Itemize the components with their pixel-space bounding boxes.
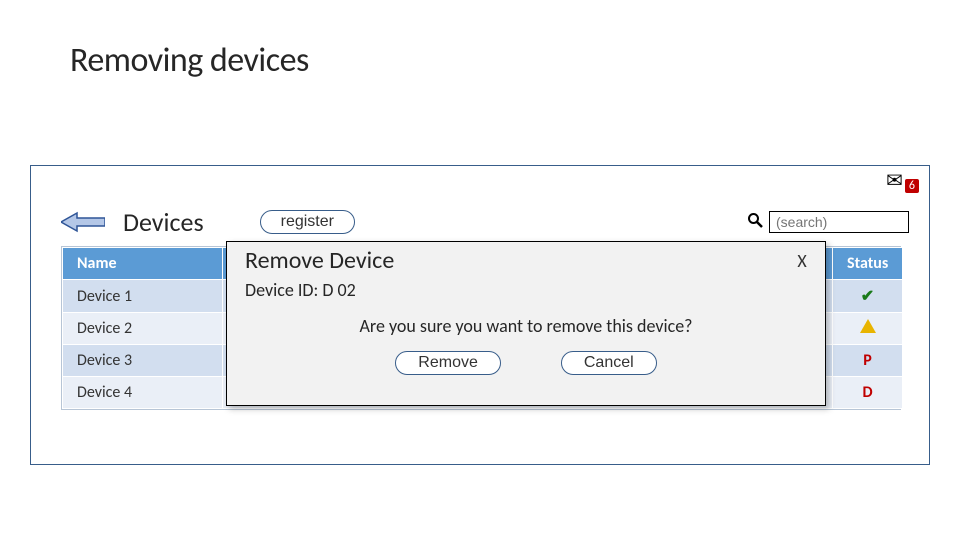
search-icon	[747, 212, 763, 233]
status-d: D	[862, 383, 872, 402]
warning-icon	[860, 319, 876, 333]
app-panel: ✉ 6 Devices register Name Status	[30, 165, 930, 465]
notification-area[interactable]: ✉ 6	[886, 171, 919, 193]
devices-heading: Devices	[123, 206, 204, 238]
cell-status	[833, 313, 903, 345]
register-button[interactable]: register	[260, 210, 355, 234]
cell-name: Device 4	[63, 377, 223, 409]
remove-button[interactable]: Remove	[395, 351, 501, 375]
cancel-button[interactable]: Cancel	[561, 351, 657, 375]
close-icon[interactable]: X	[791, 250, 813, 272]
status-p: P	[863, 351, 872, 370]
cell-status: D	[833, 377, 903, 409]
modal-device-id: Device ID: D 02	[227, 275, 825, 301]
back-arrow-icon[interactable]	[61, 211, 105, 233]
page-title: Removing devices	[0, 0, 960, 81]
cell-name: Device 3	[63, 345, 223, 377]
header-row: Devices register	[61, 206, 909, 238]
col-name: Name	[63, 248, 223, 280]
search-input[interactable]	[769, 211, 909, 233]
cell-name: Device 1	[63, 280, 223, 313]
modal-message: Are you sure you want to remove this dev…	[227, 301, 825, 337]
notification-badge: 6	[905, 179, 919, 193]
cell-name: Device 2	[63, 313, 223, 345]
check-icon: ✔	[861, 287, 874, 306]
cell-status: ✔	[833, 280, 903, 313]
col-status: Status	[833, 248, 903, 280]
remove-device-modal: Remove Device X Device ID: D 02 Are you …	[226, 241, 826, 406]
modal-title: Remove Device	[245, 246, 394, 275]
cell-status: P	[833, 345, 903, 377]
envelope-icon: ✉	[886, 171, 903, 191]
modal-actions: Remove Cancel	[227, 337, 825, 375]
